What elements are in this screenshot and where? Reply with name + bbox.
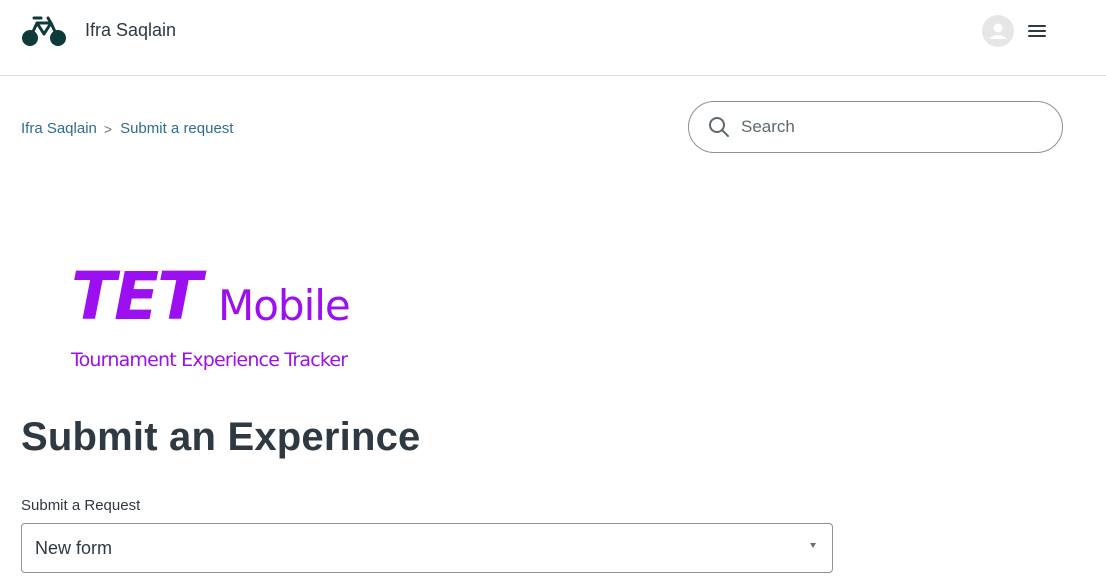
request-form-select[interactable]: New form: [21, 523, 833, 573]
breadcrumb-item-submit-request[interactable]: Submit a request: [120, 119, 233, 139]
page-title: Submit an Experince: [21, 415, 421, 459]
home-logo-link[interactable]: [21, 14, 67, 48]
search-icon: [709, 117, 729, 137]
request-form-label: Submit a Request: [21, 497, 141, 514]
breadcrumb: Ifra Saqlain > Submit a request: [21, 119, 233, 139]
site-header: Ifra Saqlain: [0, 0, 1106, 76]
search-input[interactable]: [741, 117, 1041, 137]
breadcrumb-separator: >: [103, 121, 113, 137]
logo-text-main: TET: [71, 258, 202, 335]
brand-name[interactable]: Ifra Saqlain: [85, 19, 176, 41]
user-silhouette-icon: [990, 23, 1006, 39]
tet-mobile-logo: TET Mobile Tournament Experience Tracker: [68, 262, 368, 378]
logo-tagline: Tournament Experience Tracker: [71, 349, 348, 371]
user-avatar-icon[interactable]: [982, 15, 1014, 47]
select-value: New form: [35, 537, 113, 558]
search-box[interactable]: [688, 101, 1063, 153]
breadcrumb-item-home[interactable]: Ifra Saqlain: [21, 119, 97, 139]
logo-text-sub: Mobile: [218, 281, 351, 330]
hamburger-menu-icon[interactable]: [1025, 19, 1049, 43]
chevron-down-icon: [810, 543, 816, 548]
bicycle-logo-icon: [22, 16, 66, 46]
